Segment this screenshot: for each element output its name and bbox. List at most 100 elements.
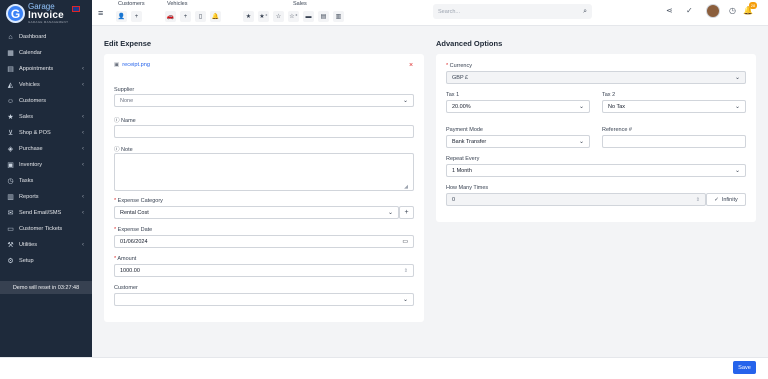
infinity-checkbox[interactable]: ✓ Infinity <box>706 193 746 206</box>
sidebar-item-sales[interactable]: ★ Sales ‹ <box>0 109 92 125</box>
remove-receipt-icon[interactable]: × <box>409 62 413 69</box>
sidebar-item-tasks[interactable]: ◷ Tasks <box>0 173 92 189</box>
sidebar-item-vehicles[interactable]: ◭ Vehicles ‹ <box>0 77 92 93</box>
sidebar-item-inventory[interactable]: ▣ Inventory ‹ <box>0 157 92 173</box>
payment-mode-select[interactable]: Bank Transfer ⌄ <box>446 135 590 148</box>
category-label-text: Expense Category <box>117 198 163 204</box>
search-input[interactable]: Search... ⌕ <box>433 4 592 19</box>
sidebar-item-reports[interactable]: ▥ Reports ‹ <box>0 189 92 205</box>
how-many-times-label: How Many Times <box>446 185 489 191</box>
sidebar-item-customers[interactable]: ☺ Customers <box>0 93 92 109</box>
supplier-select[interactable]: None ⌄ <box>114 94 414 107</box>
invoices-button[interactable]: ▤ <box>318 11 329 22</box>
payments-button[interactable]: ▬ <box>303 11 314 22</box>
payment-mode-value: Bank Transfer <box>452 138 487 145</box>
home-icon: ⌂ <box>8 33 13 41</box>
date-label-text: Expense Date <box>117 227 153 233</box>
calendar-icon[interactable]: ▭ <box>402 238 408 245</box>
sidebar-item-purchase[interactable]: ◈ Purchase ‹ <box>0 141 92 157</box>
amount-input[interactable]: 1000.00 ⇕ <box>114 264 414 277</box>
vehicle-list-button[interactable]: 🚗 <box>165 11 176 22</box>
stepper-icon[interactable]: ⇕ <box>404 268 408 274</box>
new-sale-button[interactable]: ★⁺ <box>258 11 269 22</box>
sidebar-item-appointments[interactable]: ▤ Appointments ‹ <box>0 61 92 77</box>
tax1-value: 20.00% <box>452 103 471 110</box>
sidebar-item-label: Tasks <box>19 178 34 184</box>
date-value: 01/06/2024 <box>120 238 148 245</box>
tools-icon: ⚒ <box>7 242 14 249</box>
check-icon[interactable]: ✓ <box>686 6 693 15</box>
chevron-left-icon: ‹ <box>82 130 84 136</box>
customer-list-button[interactable]: 👤 <box>116 11 127 22</box>
menu-toggle-icon[interactable]: ≡ <box>98 8 103 18</box>
save-button[interactable]: Save <box>733 361 756 374</box>
sidebar-item-customer-tickets[interactable]: ▭ Customer Tickets <box>0 221 92 237</box>
repeat-every-select[interactable]: 1 Month ⌄ <box>446 164 746 177</box>
share-icon[interactable]: ⋖ <box>666 6 673 15</box>
infinity-label: Infinity <box>721 196 738 203</box>
stepper-icon: ⇕ <box>695 196 700 203</box>
note-textarea[interactable]: ◢ <box>114 153 414 191</box>
brand-tagline: GARAGE MANAGEMENT <box>28 20 69 24</box>
sidebar-item-dashboard[interactable]: ⌂ Dashboard <box>0 29 92 45</box>
name-label: ⓘ Name <box>114 116 136 124</box>
box-icon: ▣ <box>7 162 14 169</box>
category-select[interactable]: Rental Cost ⌄ <box>114 206 399 219</box>
sales-button[interactable]: ★ <box>243 11 254 22</box>
vehicle-docs-button[interactable]: ▯ <box>195 11 206 22</box>
ticket-icon: ▭ <box>7 226 14 233</box>
chevron-down-icon: ⌄ <box>402 297 408 303</box>
sidebar-item-label: Inventory <box>19 162 43 168</box>
quick-group-label: Vehicles <box>167 1 188 7</box>
tax1-label: Tax 1 <box>446 92 460 98</box>
vehicle-reminders-button[interactable]: 🔔 <box>210 11 221 22</box>
chevron-left-icon: ‹ <box>82 146 84 152</box>
payment-mode-label: Payment Mode <box>446 127 483 133</box>
amount-label: * Amount <box>114 256 137 262</box>
sidebar-item-shop-pos[interactable]: ⊻ Shop & POS ‹ <box>0 125 92 141</box>
resize-handle-icon[interactable]: ◢ <box>404 184 408 190</box>
chevron-down-icon: ⌄ <box>402 98 408 104</box>
chevron-left-icon: ‹ <box>82 66 84 72</box>
add-customer-button[interactable]: + <box>131 11 142 22</box>
clock-icon: ◷ <box>7 178 14 185</box>
new-quote-button[interactable]: ☆⁺ <box>288 11 299 22</box>
quick-group-vehicles: Vehicles 🚗 + ▯ 🔔 <box>165 1 221 22</box>
category-value: Rental Cost <box>120 209 149 216</box>
date-input[interactable]: 01/06/2024 ▭ <box>114 235 414 248</box>
sidebar-item-label: Customers <box>19 98 47 104</box>
repeat-every-label: Repeat Every <box>446 156 480 162</box>
tax2-select[interactable]: No Tax ⌄ <box>602 100 746 113</box>
search-icon[interactable]: ⌕ <box>583 8 587 16</box>
sidebar: G Garage Invoice GARAGE MANAGEMENT ⌂ Dash… <box>0 0 92 357</box>
brand-logo[interactable]: G Garage Invoice GARAGE MANAGEMENT <box>0 0 92 27</box>
sidebar-item-setup[interactable]: ⚙ Setup <box>0 253 92 269</box>
tax1-select[interactable]: 20.00% ⌄ <box>446 100 590 113</box>
sidebar-item-send-email-sms[interactable]: ✉ Send Email/SMS ‹ <box>0 205 92 221</box>
quotes-button[interactable]: ☆ <box>273 11 284 22</box>
sidebar-item-utilities[interactable]: ⚒ Utilities ‹ <box>0 237 92 253</box>
add-category-button[interactable]: + <box>399 206 414 219</box>
chevron-left-icon: ‹ <box>82 194 84 200</box>
name-label-text: Name <box>121 118 136 124</box>
receipt-attachment[interactable]: ▣ receipt.png <box>114 62 150 68</box>
avatar[interactable] <box>706 4 720 18</box>
customer-select[interactable]: ⌄ <box>114 293 414 306</box>
add-vehicle-button[interactable]: + <box>180 11 191 22</box>
check-icon: ✓ <box>714 196 719 203</box>
search-placeholder: Search... <box>438 8 461 15</box>
reference-input[interactable] <box>602 135 746 148</box>
name-input[interactable] <box>114 125 414 138</box>
chevron-left-icon: ‹ <box>82 114 84 120</box>
date-label: * Expense Date <box>114 227 153 233</box>
how-many-times-input[interactable]: 0 ⇕ <box>446 193 706 206</box>
sidebar-item-calendar[interactable]: ▦ Calendar <box>0 45 92 61</box>
receipts-button[interactable]: ▥ <box>333 11 344 22</box>
clock-icon[interactable]: ◷ <box>729 6 736 15</box>
currency-select[interactable]: GBP £ ⌄ <box>446 71 746 84</box>
uk-flag-icon <box>72 5 81 12</box>
currency-label-text: Currency <box>449 63 472 69</box>
chevron-down-icon: ⌄ <box>734 75 740 81</box>
amount-value: 1000.00 <box>120 267 140 274</box>
chevron-down-icon: ⌄ <box>578 139 584 145</box>
